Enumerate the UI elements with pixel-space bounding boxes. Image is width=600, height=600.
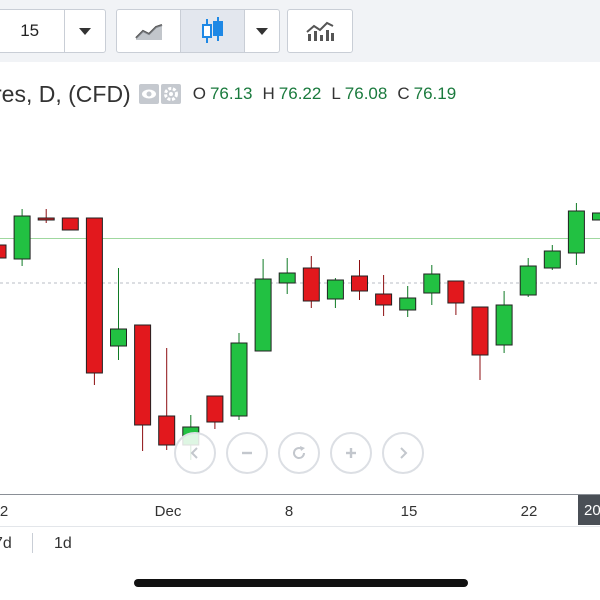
time-axis[interactable]: 2 Dec 8 15 22 20 xyxy=(0,494,600,525)
candle-up xyxy=(399,297,417,311)
chevron-left-icon xyxy=(190,447,198,459)
candle-down xyxy=(302,267,320,302)
x-tick-label: 8 xyxy=(284,503,294,520)
range-7d-button[interactable]: 7d xyxy=(0,535,12,553)
candle-down xyxy=(206,395,224,423)
date-range-bar: 7d 1d xyxy=(0,526,600,561)
candle-up xyxy=(423,273,441,294)
candle-up xyxy=(543,250,561,269)
chart-navigation xyxy=(174,432,424,474)
candle-up xyxy=(278,272,296,284)
x-tick-label: 22 xyxy=(520,503,538,520)
minus-icon xyxy=(242,451,252,455)
range-1d-button[interactable]: 1d xyxy=(54,535,72,553)
candle-down xyxy=(134,324,152,426)
plus-icon xyxy=(346,448,356,458)
candle-up xyxy=(110,328,127,347)
divider xyxy=(32,533,33,553)
candle-up xyxy=(567,210,585,254)
x-tick-label: 15 xyxy=(400,503,418,520)
candle-down xyxy=(0,244,7,259)
candle-down xyxy=(471,306,489,356)
chevron-right-icon xyxy=(400,447,408,459)
candle-down xyxy=(61,217,79,231)
scroll-left-button[interactable] xyxy=(174,432,216,474)
candle-down xyxy=(37,217,55,221)
reset-chart-button[interactable] xyxy=(278,432,320,474)
candle-up xyxy=(519,265,537,296)
candle-up xyxy=(230,342,248,417)
candle-up xyxy=(592,212,600,221)
reset-icon xyxy=(293,446,306,459)
zoom-out-button[interactable] xyxy=(226,432,268,474)
candle-up xyxy=(254,278,272,352)
candle-up xyxy=(495,304,513,346)
current-date-badge: 20 xyxy=(578,495,600,525)
candle-down xyxy=(351,275,368,292)
candle-up xyxy=(13,215,31,260)
candle-down xyxy=(158,415,176,446)
zoom-in-button[interactable] xyxy=(330,432,372,474)
x-tick-label: 2 xyxy=(0,503,9,520)
candle-up xyxy=(326,279,344,300)
candle-down xyxy=(375,293,393,306)
home-indicator xyxy=(134,579,468,587)
candlestick-chart[interactable] xyxy=(0,0,600,494)
scroll-right-button[interactable] xyxy=(382,432,424,474)
x-tick-label: Dec xyxy=(154,503,182,520)
candle-down xyxy=(85,217,103,374)
candle-down xyxy=(447,280,465,304)
